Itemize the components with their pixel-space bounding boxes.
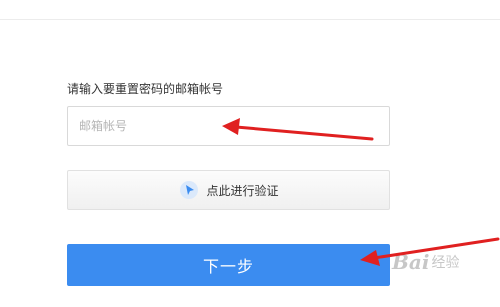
cursor-click-icon bbox=[178, 179, 200, 201]
verify-button[interactable]: 点此进行验证 bbox=[67, 170, 390, 210]
watermark-text: Bai bbox=[392, 250, 430, 274]
next-step-button[interactable]: 下一步 bbox=[67, 244, 390, 286]
next-step-label: 下一步 bbox=[202, 257, 254, 276]
email-field[interactable] bbox=[67, 106, 390, 146]
top-divider bbox=[0, 19, 500, 20]
email-field-label: 请输入要重置密码的邮箱帐号 bbox=[67, 82, 224, 96]
verify-button-label: 点此进行验证 bbox=[206, 183, 279, 198]
baidu-jingyan-watermark: Bai 经验 bbox=[392, 250, 459, 274]
reset-password-page: 请输入要重置密码的邮箱帐号 点此进行验证 下一步 Bai 经验 bbox=[0, 0, 500, 307]
watermark-subtext: 经验 bbox=[431, 255, 460, 271]
